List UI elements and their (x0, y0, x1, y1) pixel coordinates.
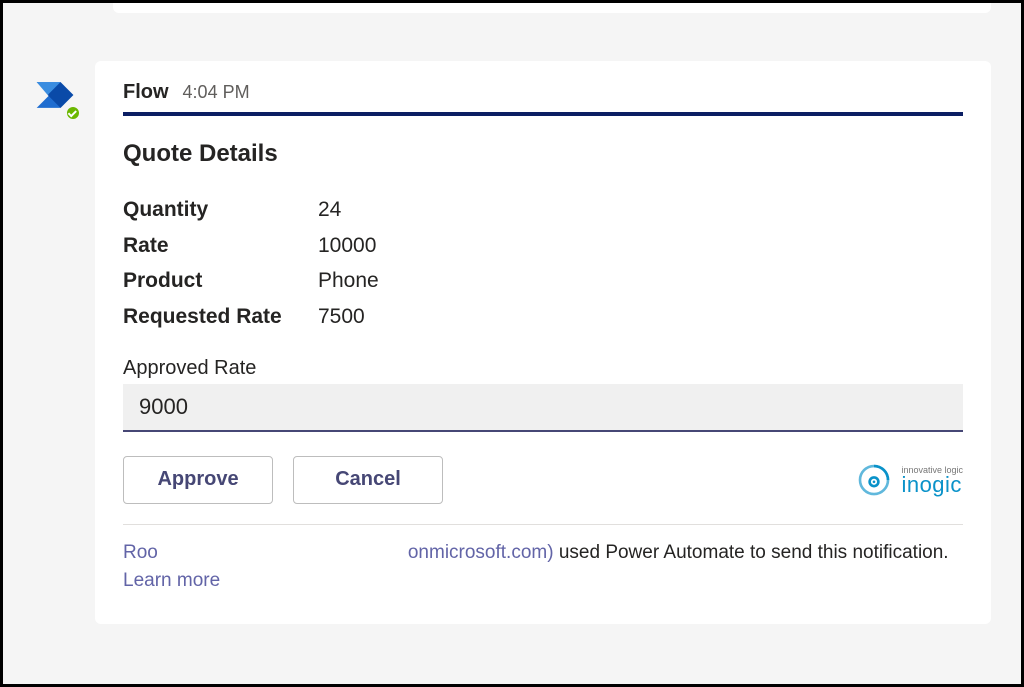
fact-row: Quantity 24 (123, 192, 963, 228)
fact-row: Requested Rate 7500 (123, 299, 963, 335)
inogic-watermark: innovative logic inogic (853, 459, 963, 501)
message-timestamp: 4:04 PM (183, 82, 250, 103)
fact-value: 10000 (318, 228, 376, 264)
fact-value: Phone (318, 263, 379, 299)
fact-value: 24 (318, 192, 341, 228)
adaptive-card: Quote Details Quantity 24 Rate 10000 Pro… (123, 112, 963, 596)
approve-button[interactable]: Approve (123, 456, 273, 504)
inogic-logo-icon (853, 459, 895, 501)
fact-set: Quantity 24 Rate 10000 Product Phone Req… (123, 192, 963, 335)
sender-email-link[interactable]: Roo onmicrosoft.com) (123, 542, 554, 563)
message-card: Flow 4:04 PM Quote Details Quantity 24 R… (95, 61, 991, 624)
card-footer: Roo onmicrosoft.com) used Power Automate… (123, 539, 963, 596)
fact-row: Product Phone (123, 263, 963, 299)
message-header: Flow 4:04 PM (123, 81, 963, 104)
redacted-text (158, 539, 408, 568)
input-label: Approved Rate (123, 357, 963, 380)
watermark-brand: inogic (901, 475, 963, 495)
fact-label: Rate (123, 228, 318, 264)
fact-label: Product (123, 263, 318, 299)
action-row: Approve Cancel innovative logic inogic (123, 456, 963, 525)
cancel-button[interactable]: Cancel (293, 456, 443, 504)
fact-label: Quantity (123, 192, 318, 228)
previous-message-edge (113, 3, 991, 13)
flow-avatar (33, 73, 77, 117)
learn-more-link[interactable]: Learn more (123, 570, 220, 591)
message-container: Flow 4:04 PM Quote Details Quantity 24 R… (33, 61, 991, 624)
fact-value: 7500 (318, 299, 365, 335)
sender-name: Flow (123, 81, 169, 104)
card-title: Quote Details (123, 140, 963, 168)
fact-label: Requested Rate (123, 299, 318, 335)
footer-text: used Power Automate to send this notific… (554, 542, 949, 563)
approved-rate-input[interactable] (123, 384, 963, 432)
inogic-logo-text: innovative logic inogic (901, 465, 963, 495)
presence-available-icon (65, 105, 81, 121)
fact-row: Rate 10000 (123, 228, 963, 264)
